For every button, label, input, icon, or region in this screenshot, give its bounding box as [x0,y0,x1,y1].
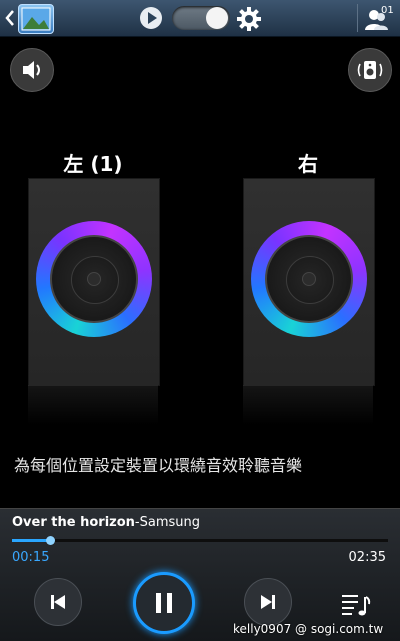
watermark-text: kelly0907 @ sogi.com.tw [233,622,384,636]
song-artist: -Samsung [134,515,200,530]
next-button[interactable] [244,578,292,626]
previous-icon [51,595,65,609]
left-speaker-label: 左 (1) [63,152,123,176]
pause-icon [156,593,172,613]
progress-bar[interactable] [12,536,388,545]
next-icon [261,595,275,609]
right-speaker-center [302,272,316,286]
play-button[interactable] [140,7,162,29]
song-info: Over the horizon-Samsung [12,515,200,530]
left-speaker-ring [36,221,152,337]
speaker-icon [357,61,383,79]
left-speaker-center [87,272,101,286]
topbar-divider [357,4,358,32]
gallery-icon[interactable] [18,4,54,34]
right-speaker-label: 右 [298,152,318,176]
right-speaker-reflection [243,385,373,425]
volume-icon [23,61,40,79]
left-speaker[interactable] [28,178,160,386]
progress-thumb[interactable] [45,536,55,545]
play-icon [148,12,157,24]
user-count: 01 [381,5,394,16]
left-speaker-reflection [28,385,158,425]
current-time: 00:15 [12,550,50,565]
pause-button[interactable] [133,572,195,634]
toggle-knob [206,7,228,29]
right-speaker-ring [251,221,367,337]
previous-button[interactable] [34,578,82,626]
top-bar: 01 [0,0,400,37]
gear-icon[interactable] [236,6,262,32]
surround-hint-text: 為每個位置設定裝置以環繞音效聆聽音樂 [14,456,303,475]
group-play-toggle[interactable] [172,6,230,30]
right-speaker[interactable] [243,178,375,386]
player-panel: Over the horizon-Samsung 00:15 02:35 kel… [0,508,400,641]
total-time: 02:35 [348,550,386,565]
song-title: Over the horizon [12,515,135,530]
volume-button[interactable] [10,48,54,92]
back-icon[interactable] [4,8,16,28]
progress-fill [12,539,50,542]
playlist-icon[interactable] [340,591,372,619]
speaker-device-button[interactable] [348,48,392,92]
